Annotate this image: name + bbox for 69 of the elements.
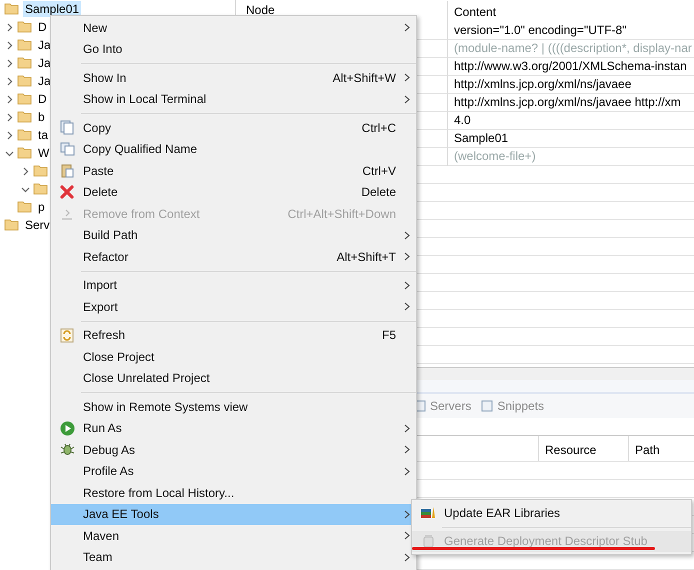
folder-icon	[17, 20, 33, 34]
menu-item[interactable]: Close Unrelated Project	[51, 368, 416, 389]
tab-icon	[481, 400, 494, 412]
table-cell: http://xmlns.jcp.org/xml/ns/javaee	[447, 76, 694, 94]
table-cell: 4.0	[447, 112, 694, 130]
folder-icon	[17, 200, 33, 214]
column-header: Node	[245, 2, 276, 19]
table-cell: (welcome-file+)	[447, 148, 694, 166]
tree-item[interactable]: D	[36, 19, 49, 35]
paste-icon	[60, 163, 74, 178]
table-cell: http://xmlns.jcp.org/xml/ns/javaee http://xm	[447, 94, 694, 112]
folder-icon	[17, 146, 33, 160]
menu-item[interactable]: Refresh F5	[51, 324, 416, 346]
menu-item[interactable]: Build Path	[51, 224, 416, 246]
folder-icon	[17, 110, 33, 124]
menu-item[interactable]: Go Into	[51, 38, 416, 60]
menu-item[interactable]: Copy Qualified Name	[51, 138, 416, 160]
copy-icon	[60, 142, 74, 156]
menu-item[interactable]: Copy Ctrl+C	[51, 117, 416, 138]
menu-item[interactable]: Show in Remote Systems view	[51, 396, 416, 418]
menu-item[interactable]: Export	[51, 296, 416, 318]
menu-item[interactable]: Delete Delete	[51, 182, 416, 203]
tree-item[interactable]: Ja	[36, 37, 53, 53]
refresh-icon	[60, 328, 74, 343]
table-cell: (module-name? | ((((description*, display-nar	[447, 40, 694, 58]
copy-icon	[60, 120, 74, 136]
folder-icon	[4, 2, 20, 16]
folder-icon	[33, 182, 49, 196]
tree-item[interactable]: Serv	[23, 217, 52, 233]
folder-icon	[17, 74, 33, 88]
remove-icon	[60, 206, 74, 221]
menu-item[interactable]: Import	[51, 274, 416, 296]
folder-icon	[17, 56, 33, 70]
tree-item[interactable]: Ja	[36, 55, 53, 71]
jar-icon	[422, 534, 434, 548]
menu-item[interactable]: Close Project	[51, 346, 416, 368]
bug-icon	[60, 442, 74, 458]
menu-item[interactable]: Show in Local Terminal	[51, 88, 416, 110]
column-header: Resource	[538, 436, 628, 461]
collapse-icon[interactable]	[21, 184, 30, 194]
tree-item[interactable]: ta	[36, 127, 50, 143]
table-cell: version="1.0" encoding="UTF-8"	[447, 22, 694, 40]
collapse-icon[interactable]	[5, 148, 14, 158]
menu-item[interactable]: Refactor Alt+Shift+T	[51, 246, 416, 268]
table-cell: http://www.w3.org/2001/XMLSchema-instan	[447, 58, 694, 76]
tree-item[interactable]: Ja	[36, 73, 53, 89]
table-cell: Sample01	[447, 130, 694, 148]
run-icon	[60, 420, 74, 436]
folder-icon	[17, 128, 33, 142]
column-header: Path	[628, 436, 694, 461]
books-icon	[420, 506, 436, 520]
folder-icon	[33, 164, 49, 178]
tree-item[interactable]: D	[36, 91, 49, 107]
folder-icon	[17, 38, 33, 52]
folder-icon	[17, 92, 33, 106]
tree-item[interactable]: b	[36, 109, 47, 125]
tree-item[interactable]: Sample01	[23, 1, 82, 17]
tree-item[interactable]: p	[36, 199, 47, 215]
folder-icon	[4, 218, 20, 232]
menu-item[interactable]: Run As	[51, 418, 416, 439]
menu-item[interactable]: Restore from Local History...	[51, 482, 416, 504]
menu-item[interactable]: Paste Ctrl+V	[51, 160, 416, 182]
expand-icon[interactable]	[21, 166, 30, 176]
menu-item[interactable]: New	[51, 17, 416, 38]
delete-icon	[60, 185, 74, 200]
tree-item[interactable]: W	[36, 145, 52, 161]
menu-item[interactable]: Debug As	[51, 439, 416, 460]
menu-item[interactable]: Profile As	[51, 460, 416, 482]
menu-item[interactable]: Show In Alt+Shift+W	[51, 67, 416, 88]
